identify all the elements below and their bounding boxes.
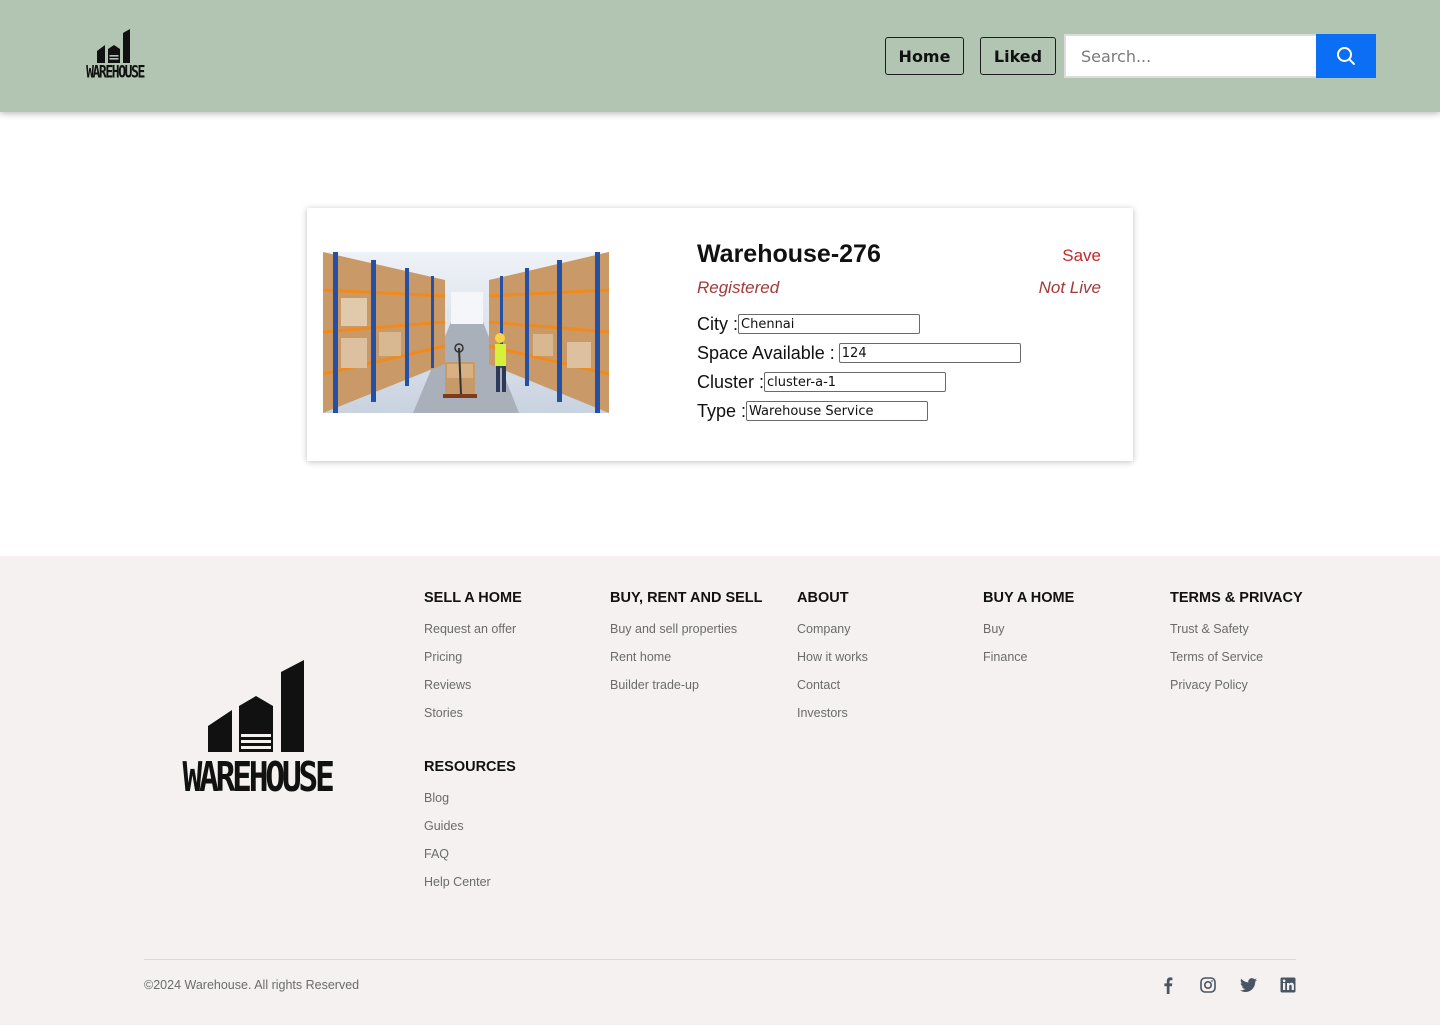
space-field: Space Available :	[697, 342, 1021, 364]
footer-link[interactable]: Investors	[797, 706, 868, 734]
footer-link[interactable]: Terms of Service	[1170, 650, 1303, 678]
footer-column-resources: RESOURCES Blog Guides FAQ Help Center	[424, 757, 516, 903]
site-header: WAREHOUSE Home Liked	[0, 0, 1440, 112]
footer-link[interactable]: Pricing	[424, 650, 522, 678]
footer-logo-wordmark: WAREHOUSE	[182, 752, 334, 801]
footer-link[interactable]: Finance	[983, 650, 1074, 678]
warehouse-card: Warehouse-276 Save Registered Not Live C…	[307, 208, 1133, 461]
city-label: City :	[697, 313, 739, 334]
cluster-field: Cluster :	[697, 371, 947, 393]
warehouse-logo[interactable]: WAREHOUSE	[83, 29, 147, 83]
type-field: Type :	[697, 400, 929, 422]
footer-link[interactable]: Company	[797, 622, 868, 650]
footer-link[interactable]: Request an offer	[424, 622, 522, 650]
live-status: Not Live	[1038, 278, 1101, 297]
footer-link[interactable]: Buy	[983, 622, 1074, 650]
type-input[interactable]	[746, 401, 929, 421]
search-bar	[1064, 34, 1376, 78]
city-field: City :	[697, 313, 921, 335]
cluster-label: Cluster :	[697, 371, 765, 392]
footer-link[interactable]: How it works	[797, 650, 868, 678]
city-input[interactable]	[738, 314, 921, 334]
footer-link[interactable]: Privacy Policy	[1170, 678, 1303, 706]
footer-column-sell: SELL A HOME Request an offer Pricing Rev…	[424, 588, 522, 734]
twitter-icon[interactable]	[1239, 976, 1257, 994]
liked-button[interactable]: Liked	[980, 37, 1056, 75]
site-footer: WAREHOUSE SELL A HOME Request an offer P…	[0, 556, 1440, 1025]
footer-column-title: TERMS & PRIVACY	[1170, 590, 1303, 606]
warehouse-interior-image	[323, 252, 609, 413]
facebook-icon[interactable]	[1159, 976, 1177, 994]
linkedin-icon[interactable]	[1279, 976, 1297, 994]
footer-link[interactable]: Guides	[424, 819, 516, 847]
footer-link[interactable]: Contact	[797, 678, 868, 706]
footer-link[interactable]: Help Center	[424, 875, 516, 903]
footer-link[interactable]: Reviews	[424, 678, 522, 706]
footer-link[interactable]: Stories	[424, 706, 522, 734]
footer-column-about: ABOUT Company How it works Contact Inves…	[797, 588, 868, 734]
logo-building-icon	[97, 29, 130, 63]
search-button[interactable]	[1316, 34, 1376, 78]
logo-wordmark: WAREHOUSE	[86, 63, 145, 83]
footer-column-title: SELL A HOME	[424, 590, 522, 606]
footer-column-buy-home: BUY A HOME Buy Finance	[983, 588, 1074, 678]
footer-link[interactable]: FAQ	[424, 847, 516, 875]
warehouse-photo	[323, 252, 609, 413]
warehouse-title: Warehouse-276	[697, 240, 881, 268]
footer-logo-building-icon	[208, 660, 304, 752]
footer-link[interactable]: Buy and sell properties	[610, 622, 763, 650]
home-button[interactable]: Home	[885, 37, 964, 75]
footer-logo[interactable]: WAREHOUSE	[172, 660, 342, 801]
footer-column-buy-rent-sell: BUY, RENT AND SELL Buy and sell properti…	[610, 588, 763, 706]
space-input[interactable]	[838, 343, 1021, 363]
copyright-text: ©2024 Warehouse. All rights Reserved	[144, 978, 360, 992]
footer-column-title: ABOUT	[797, 590, 849, 606]
search-icon	[1337, 47, 1355, 65]
search-input[interactable]	[1064, 34, 1316, 78]
footer-divider	[144, 959, 1296, 960]
footer-column-title: BUY, RENT AND SELL	[610, 590, 763, 606]
footer-link[interactable]: Rent home	[610, 650, 763, 678]
footer-link[interactable]: Builder trade-up	[610, 678, 763, 706]
footer-link[interactable]: Blog	[424, 791, 516, 819]
registration-status: Registered	[697, 278, 780, 297]
cluster-input[interactable]	[764, 372, 947, 392]
footer-column-title: BUY A HOME	[983, 590, 1075, 606]
footer-column-terms: TERMS & PRIVACY Trust & Safety Terms of …	[1170, 588, 1303, 706]
footer-link[interactable]: Trust & Safety	[1170, 622, 1303, 650]
type-label: Type :	[697, 400, 747, 421]
footer-column-title: RESOURCES	[424, 759, 516, 775]
space-label: Space Available :	[697, 342, 835, 363]
instagram-icon[interactable]	[1199, 976, 1217, 994]
save-button[interactable]: Save	[1062, 246, 1101, 266]
